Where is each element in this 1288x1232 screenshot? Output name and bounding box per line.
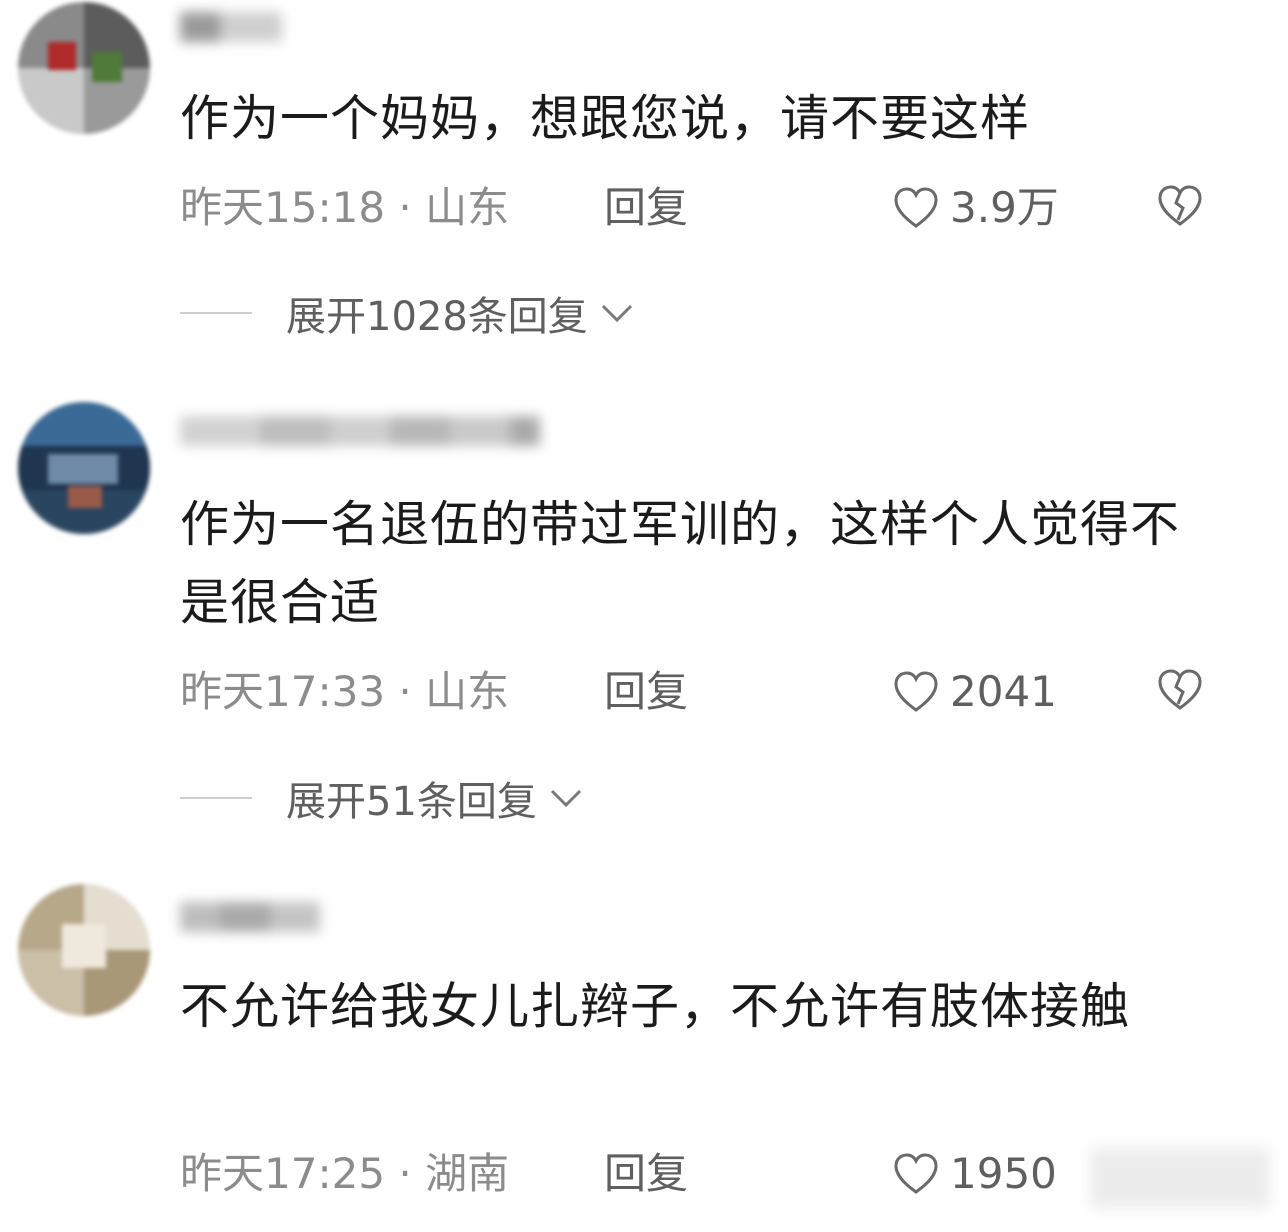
divider-line: [180, 312, 252, 314]
like-count: 1950: [950, 1149, 1057, 1198]
comment-meta: 昨天15:18 · 山东 回复 3.9万: [180, 180, 1240, 236]
heart-icon: [894, 671, 938, 712]
like-count: 2041: [950, 667, 1057, 716]
comment-time-location: 昨天15:18 · 山东: [180, 183, 510, 232]
comment-meta: 昨天17:25 · 湖南 回复 1950: [180, 1146, 1240, 1202]
expand-replies-label: 展开1028条回复: [286, 294, 588, 340]
expand-replies-button[interactable]: 展开51条回复: [180, 770, 583, 826]
heart-icon: [894, 1153, 938, 1194]
username-redacted[interactable]: [180, 896, 320, 938]
avatar[interactable]: [18, 884, 150, 1016]
expand-replies-button[interactable]: 展开1028条回复: [180, 285, 634, 341]
avatar[interactable]: [18, 2, 150, 134]
username-redacted[interactable]: [180, 410, 540, 452]
like-button[interactable]: 3.9万: [892, 180, 1059, 236]
reply-button[interactable]: 回复: [604, 664, 688, 720]
comment-meta: 昨天17:33 · 山东 回复 2041: [180, 664, 1240, 720]
comment-text: 不允许给我女儿扎辫子，不允许有肢体接触: [180, 978, 1131, 1035]
comment-time-location: 昨天17:33 · 山东: [180, 667, 510, 716]
like-count: 3.9万: [950, 183, 1059, 232]
comment-time-location: 昨天17:25 · 湖南: [180, 1149, 510, 1198]
like-button[interactable]: 2041: [892, 664, 1057, 720]
comment-text: 作为一个妈妈，想跟您说，请不要这样: [180, 90, 1031, 147]
username-redacted[interactable]: [180, 6, 282, 48]
watermark-redacted: [1090, 1148, 1270, 1208]
avatar[interactable]: [18, 402, 150, 534]
broken-heart-icon[interactable]: [1156, 184, 1204, 228]
divider-line: [180, 797, 252, 799]
heart-icon: [894, 187, 938, 228]
like-button[interactable]: 1950: [892, 1146, 1057, 1202]
reply-button[interactable]: 回复: [604, 180, 688, 236]
reply-button[interactable]: 回复: [604, 1146, 688, 1202]
chevron-down-icon: [550, 789, 581, 808]
expand-replies-label: 展开51条回复: [286, 779, 537, 825]
comment-text: 作为一名退伍的带过军训的，这样个人觉得不是很合适: [180, 496, 1181, 631]
broken-heart-icon[interactable]: [1156, 668, 1204, 712]
chevron-down-icon: [601, 304, 632, 323]
